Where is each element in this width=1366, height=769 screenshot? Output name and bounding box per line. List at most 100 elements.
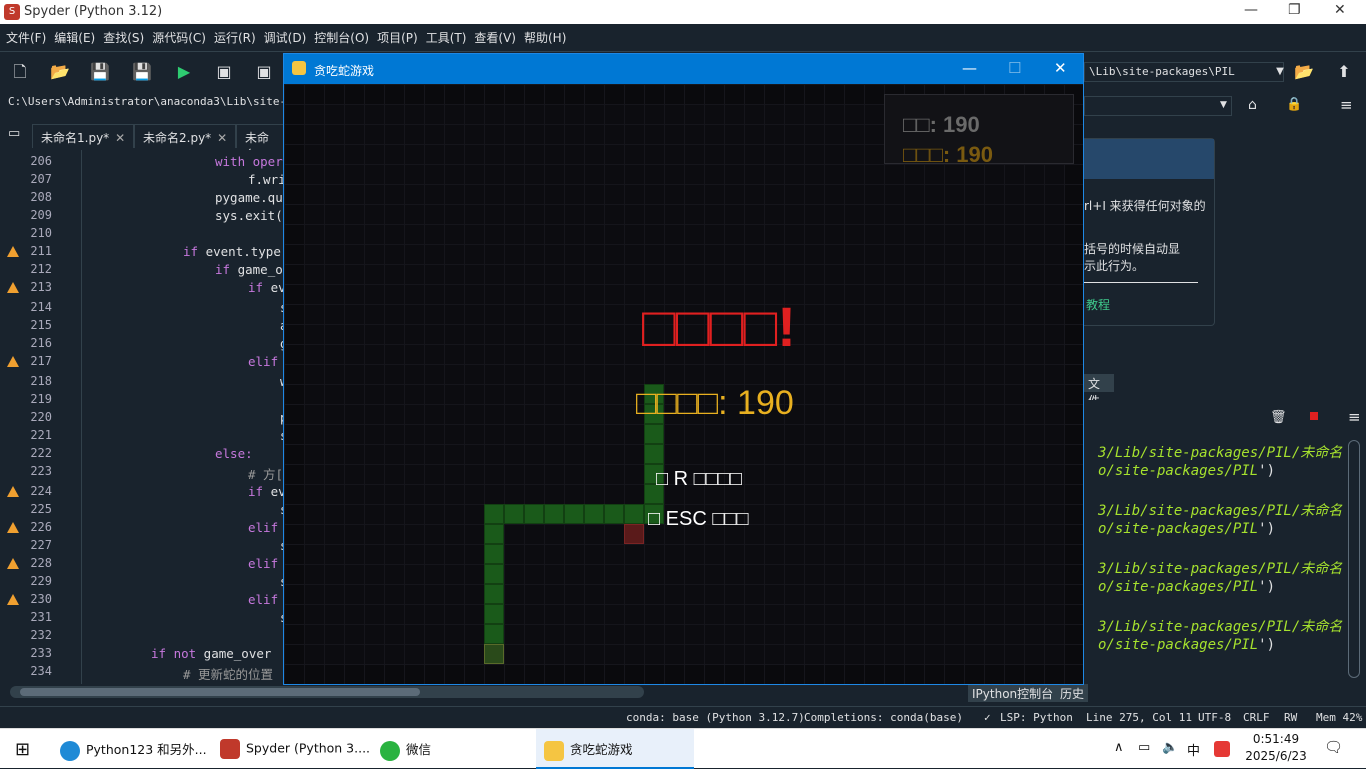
console-line: o/site-packages/PIL') bbox=[1098, 521, 1275, 537]
save-all-icon[interactable]: 💾 bbox=[132, 62, 152, 82]
line-number: 210 bbox=[30, 226, 52, 240]
console-text: 3/Lib/site-packages/PIL/未命名 bbox=[1098, 445, 1343, 461]
warning-icon[interactable] bbox=[7, 282, 19, 293]
snake-segment bbox=[524, 504, 544, 524]
tab-untitled3[interactable]: 未命名 bbox=[236, 124, 286, 162]
line-number: 227 bbox=[30, 538, 52, 552]
save-icon[interactable]: 💾 bbox=[90, 62, 110, 82]
status-conda[interactable]: conda: base (Python 3.12.7) bbox=[626, 711, 805, 724]
taskbar-label: Python123 和另外... bbox=[86, 742, 207, 757]
run-icon[interactable]: ▶ bbox=[174, 62, 194, 82]
chevron-down-icon[interactable]: ▼ bbox=[1270, 62, 1290, 82]
console-line: 3/Lib/site-packages/PIL/未命名 bbox=[1098, 500, 1342, 520]
close-icon[interactable]: ✕ bbox=[1054, 59, 1067, 77]
stop-icon[interactable] bbox=[1310, 412, 1318, 420]
browse-tabs-icon[interactable]: ▭ bbox=[8, 126, 20, 141]
menu-search[interactable]: 查找(S) bbox=[103, 29, 144, 46]
console-text: o/site-packages/PIL bbox=[1098, 521, 1259, 537]
maximize-icon[interactable]: ☐ bbox=[1008, 59, 1021, 77]
scrollbar-thumb[interactable] bbox=[20, 688, 420, 696]
menu-tools[interactable]: 工具(T) bbox=[426, 29, 467, 46]
code-keyword: if bbox=[248, 484, 264, 499]
menu-view[interactable]: 查看(V) bbox=[474, 29, 516, 46]
ime-indicator[interactable]: 中 bbox=[1187, 740, 1200, 759]
line-number: 209 bbox=[30, 208, 52, 222]
help-source-combo[interactable] bbox=[1084, 96, 1232, 116]
menu-help[interactable]: 帮助(H) bbox=[524, 29, 566, 46]
chevron-down-icon[interactable]: ▼ bbox=[1220, 100, 1227, 110]
wechat-icon bbox=[380, 740, 400, 761]
warning-icon[interactable] bbox=[7, 522, 19, 533]
game-title-bar[interactable]: 贪吃蛇游戏 — ☐ ✕ bbox=[284, 54, 1083, 84]
minimize-icon[interactable]: — bbox=[1244, 2, 1258, 18]
status-completions[interactable]: Completions: conda(base) bbox=[804, 711, 963, 724]
new-file-icon[interactable]: 🗋 bbox=[10, 62, 30, 82]
taskbar-item-spyder[interactable]: Spyder (Python 3.... bbox=[220, 729, 372, 769]
code-editor[interactable]: 206 207 208 209 210 211 212 213 214 215 … bbox=[0, 150, 288, 684]
tab-ipython-console[interactable]: IPython控制台 bbox=[968, 684, 1058, 702]
volume-icon[interactable]: 🔈 bbox=[1162, 740, 1178, 755]
line-number: 207 bbox=[30, 172, 52, 186]
menu-run[interactable]: 运行(R) bbox=[214, 29, 256, 46]
console-text: o/site-packages/PIL bbox=[1098, 579, 1259, 595]
line-number: 215 bbox=[30, 318, 52, 332]
line-number: 229 bbox=[30, 574, 52, 588]
menu-debug[interactable]: 调试(D) bbox=[264, 29, 307, 46]
menu-projects[interactable]: 项目(P) bbox=[377, 29, 418, 46]
tab-untitled2[interactable]: 未命名2.py* ✕ bbox=[134, 124, 237, 148]
minimize-icon[interactable]: — bbox=[962, 59, 977, 77]
line-number: 218 bbox=[30, 374, 52, 388]
close-tab-icon[interactable]: ✕ bbox=[115, 131, 125, 145]
restart-hint: □ R □□□□ bbox=[656, 468, 742, 490]
options-menu-icon[interactable]: ≡ bbox=[1348, 408, 1361, 426]
snake-game-window[interactable]: 贪吃蛇游戏 — ☐ ✕ □□: 190 □□□: 190 □□□□! □□□□:… bbox=[283, 53, 1084, 685]
snake-segment bbox=[544, 504, 564, 524]
home-icon[interactable]: ⌂ bbox=[1248, 97, 1257, 113]
warning-icon[interactable] bbox=[7, 558, 19, 569]
menu-edit[interactable]: 编辑(E) bbox=[54, 29, 95, 46]
chevron-up-icon[interactable]: ∧ bbox=[1114, 740, 1124, 755]
sogou-ime-icon[interactable] bbox=[1214, 741, 1230, 757]
taskbar-clock[interactable]: 0:51:49 2025/6/23 bbox=[1244, 731, 1308, 765]
options-menu-icon[interactable]: ≡ bbox=[1340, 96, 1353, 114]
run-cell-icon[interactable]: ▣ bbox=[214, 62, 234, 82]
console-vertical-scrollbar[interactable] bbox=[1348, 440, 1360, 678]
open-folder-icon[interactable]: 📂 bbox=[50, 62, 70, 82]
tutorial-link[interactable]: 教程 bbox=[1086, 296, 1110, 313]
browse-folder-icon[interactable]: 📂 bbox=[1294, 62, 1314, 82]
windows-start-icon[interactable]: ⊞ bbox=[15, 739, 30, 760]
close-icon[interactable]: ✕ bbox=[1334, 2, 1346, 18]
trash-icon[interactable]: 🗑 bbox=[1270, 410, 1287, 425]
parent-dir-icon[interactable]: ⬆ bbox=[1334, 62, 1354, 82]
warning-icon[interactable] bbox=[7, 356, 19, 367]
editor-horizontal-scrollbar[interactable] bbox=[10, 686, 644, 698]
run-cell-advance-icon[interactable]: ▣ bbox=[254, 62, 274, 82]
taskbar-item-snake-game[interactable]: 贪吃蛇游戏 bbox=[536, 729, 694, 769]
working-directory-field[interactable]: \Lib\site-packages\PIL bbox=[1084, 62, 1284, 82]
score-label: □□: 190 bbox=[903, 112, 980, 137]
status-lsp[interactable]: LSP: Python bbox=[1000, 711, 1073, 724]
game-canvas[interactable]: □□: 190 □□□: 190 □□□□! □□□□: 190 □ R □□□… bbox=[284, 84, 1083, 684]
restore-icon[interactable]: ❐ bbox=[1288, 2, 1301, 18]
notification-icon[interactable]: 🗨 bbox=[1324, 738, 1343, 756]
ipython-console[interactable]: 🗑 ≡ 3/Lib/site-packages/PIL/未命名 o/site-p… bbox=[1084, 400, 1366, 686]
warning-icon[interactable] bbox=[7, 246, 19, 257]
lock-icon[interactable]: 🔒 bbox=[1286, 97, 1302, 112]
line-number: 228 bbox=[30, 556, 52, 570]
tab-untitled1[interactable]: 未命名1.py* ✕ bbox=[32, 124, 135, 148]
menu-file[interactable]: 文件(F) bbox=[6, 29, 46, 46]
menu-source[interactable]: 源代码(C) bbox=[152, 29, 206, 46]
line-number: 217 bbox=[30, 354, 52, 368]
taskbar-item-wechat[interactable]: 微信 bbox=[380, 729, 530, 769]
warning-icon[interactable] bbox=[7, 486, 19, 497]
snake-segment bbox=[484, 564, 504, 584]
tab-files[interactable]: 文件 bbox=[1084, 374, 1114, 408]
battery-icon[interactable]: ▭ bbox=[1138, 740, 1150, 755]
snake-segment bbox=[484, 584, 504, 604]
close-tab-icon[interactable]: ✕ bbox=[217, 131, 227, 145]
game-over-title: □□□□! bbox=[642, 295, 796, 358]
tab-history[interactable]: 历史 bbox=[1056, 684, 1088, 702]
taskbar-item-edge[interactable]: Python123 和另外... bbox=[60, 729, 212, 769]
warning-icon[interactable] bbox=[7, 594, 19, 605]
menu-console[interactable]: 控制台(O) bbox=[314, 29, 369, 46]
